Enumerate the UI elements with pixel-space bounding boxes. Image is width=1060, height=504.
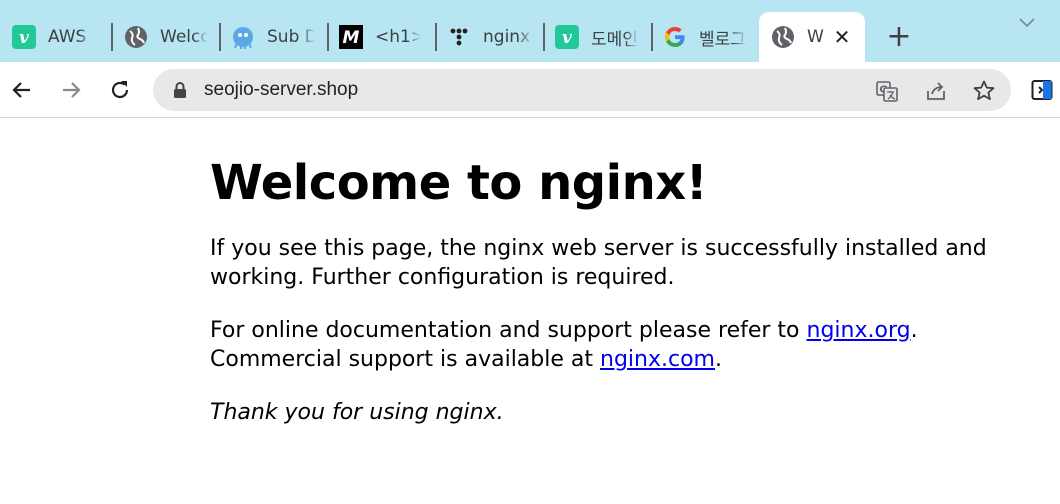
page-content: Welcome to nginx! If you see this page, … [210, 118, 990, 427]
translate-icon[interactable]: G [874, 78, 900, 104]
tab-separator [111, 23, 113, 51]
intro-paragraph: If you see this page, the nginx web serv… [210, 236, 987, 290]
tab-title: AWS [48, 27, 87, 47]
globe-icon [771, 25, 795, 49]
commercial-period: . [714, 347, 722, 372]
medium-m-icon: M [339, 25, 363, 49]
tab-title: 도메인 [591, 29, 638, 50]
tab-title: 벨로그 [699, 29, 746, 50]
tab-title: Welco [160, 27, 208, 47]
tab-separator [543, 23, 545, 51]
close-tab-icon[interactable]: ✕ [831, 25, 853, 49]
doc-text: For online documentation and support ple… [210, 318, 807, 343]
toolbar: seojio-server.shop G [0, 62, 1060, 118]
tab-title: W [807, 27, 824, 47]
address-bar[interactable]: seojio-server.shop G [153, 69, 1011, 111]
forward-button[interactable] [55, 74, 87, 106]
forward-arrow-icon [63, 82, 81, 98]
tab-title: <h1> [375, 27, 421, 47]
tab-separator [651, 23, 653, 51]
thanks-paragraph: Thank you for using nginx. [210, 400, 504, 425]
side-panel-icon[interactable] [1030, 78, 1054, 102]
tab-welcome[interactable]: Welco [124, 12, 214, 62]
doc-period: . [910, 318, 918, 343]
tab-title: Sub D [267, 27, 315, 47]
url-text[interactable]: seojio-server.shop [204, 79, 358, 101]
tab-sub-domain[interactable]: Sub D [231, 12, 321, 62]
tab-aws[interactable]: v AWS [12, 12, 110, 62]
tab-strip: v AWS Welco Sub D M <h1> nginx v 도메인 벨로그… [0, 0, 1060, 62]
octocat-icon [231, 25, 255, 49]
back-button[interactable] [6, 74, 38, 106]
page-heading: Welcome to nginx! [210, 155, 708, 211]
svg-text:v: v [562, 28, 573, 48]
reload-icon [111, 81, 129, 99]
tab-search-chevron-down-icon[interactable] [1016, 12, 1038, 34]
svg-text:v: v [19, 28, 30, 48]
svg-text:M: M [343, 28, 360, 48]
back-arrow-icon [12, 82, 30, 98]
tab-separator [435, 23, 437, 51]
globe-icon [124, 25, 148, 49]
velog-v-icon: v [555, 25, 579, 49]
reload-button[interactable] [104, 74, 136, 106]
tab-active-welcome[interactable]: W ✕ [759, 12, 865, 62]
google-g-icon [663, 25, 687, 49]
tab-domain[interactable]: v 도메인 [555, 12, 645, 62]
tab-separator [219, 23, 221, 51]
velog-v-icon: v [12, 25, 36, 49]
tab-h1[interactable]: M <h1> [339, 12, 429, 62]
bookmark-star-icon[interactable] [971, 78, 997, 104]
documentation-paragraph: For online documentation and support ple… [210, 316, 990, 374]
commercial-text: Commercial support is available at [210, 347, 600, 372]
tab-velog[interactable]: 벨로그 [663, 12, 753, 62]
tab-nginx[interactable]: nginx [447, 12, 537, 62]
new-tab-button[interactable]: + [884, 22, 914, 52]
share-icon[interactable] [923, 78, 949, 104]
dots-logo-icon [447, 25, 471, 49]
tab-title: nginx [483, 27, 531, 47]
nginx-org-link[interactable]: nginx.org [807, 318, 911, 343]
nginx-com-link[interactable]: nginx.com [600, 347, 715, 372]
lock-icon[interactable] [171, 81, 189, 99]
tab-separator [327, 23, 329, 51]
